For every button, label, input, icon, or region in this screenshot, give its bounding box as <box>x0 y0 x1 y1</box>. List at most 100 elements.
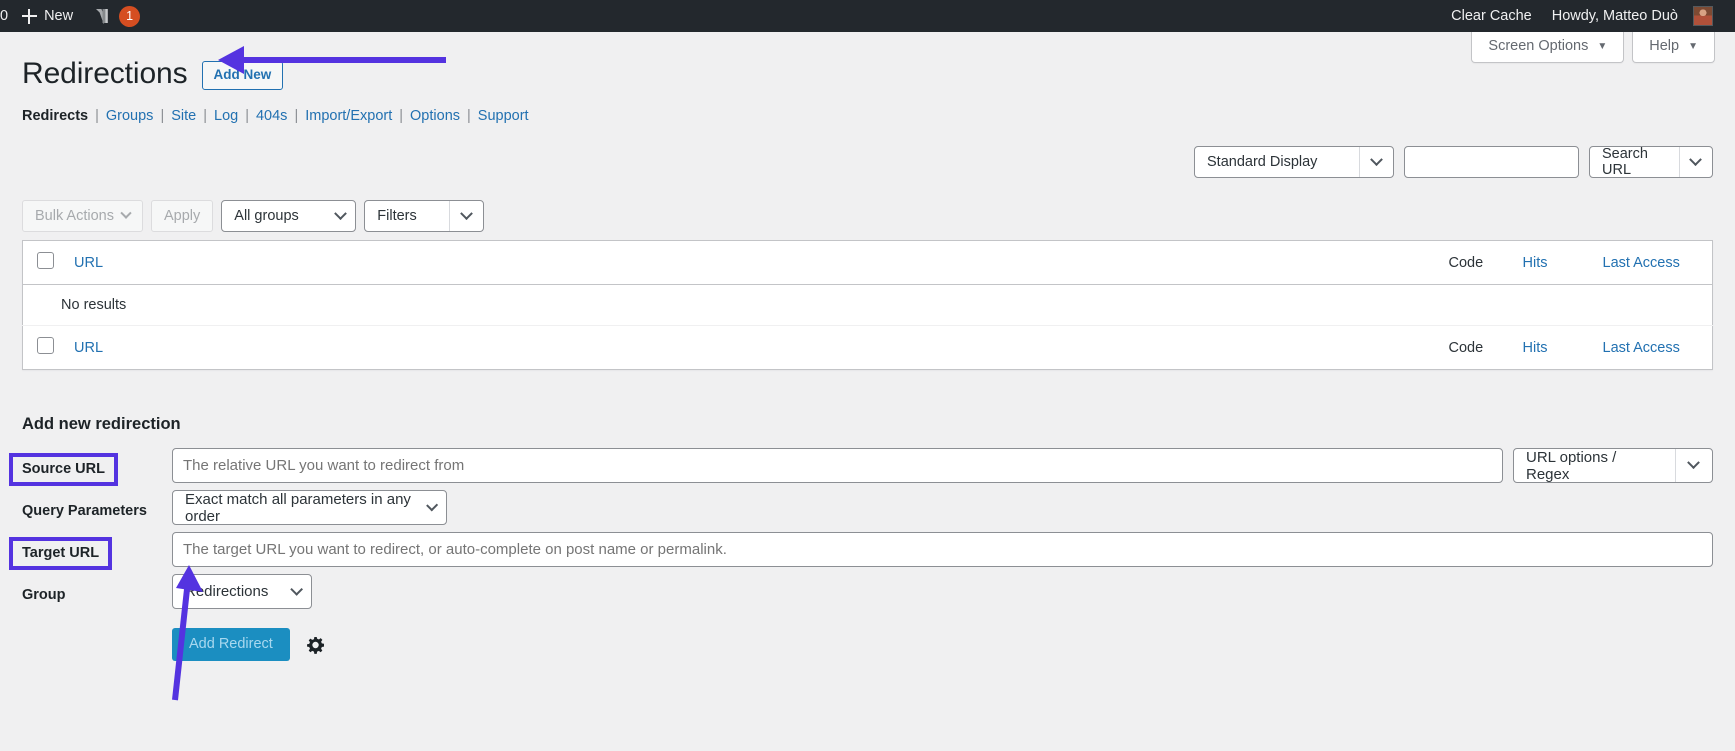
column-footer-last-access-link[interactable]: Last Access <box>1603 340 1680 356</box>
subnav-separator: | <box>160 108 164 124</box>
subnav-link-groups[interactable]: Groups <box>106 108 154 124</box>
howdy-account-menu[interactable]: Howdy, Matteo Duò <box>1542 0 1723 32</box>
subnav-link-support[interactable]: Support <box>478 108 529 124</box>
url-options-select[interactable]: URL options / Regex <box>1513 448 1713 483</box>
query-parameters-select[interactable]: Exact match all parameters in any order <box>172 490 447 525</box>
column-footer-hits-link[interactable]: Hits <box>1523 340 1548 356</box>
column-header-url-link[interactable]: URL <box>74 255 103 271</box>
group-field-cell: Redirections <box>172 574 1713 609</box>
subnav-item-log[interactable]: Log | <box>214 108 256 124</box>
add-redirect-button[interactable]: Add Redirect <box>172 628 290 661</box>
submit-label-spacer <box>22 616 172 625</box>
subnav-link-site[interactable]: Site <box>171 108 196 124</box>
clear-cache-button[interactable]: Clear Cache <box>1441 0 1542 32</box>
chevron-down-icon <box>290 583 303 596</box>
column-header-last-access-link[interactable]: Last Access <box>1603 255 1680 271</box>
avatar <box>1693 6 1713 26</box>
table-row: No results <box>23 285 1713 326</box>
gear-icon[interactable] <box>306 635 326 655</box>
submit-field-cell: Add Redirect <box>172 616 1713 661</box>
subnav-item-options[interactable]: Options | <box>410 108 478 124</box>
subnav-link-import-export[interactable]: Import/Export <box>305 108 392 124</box>
subnav-separator: | <box>467 108 471 124</box>
table-foot: URL Code Hits Last Access <box>23 326 1713 370</box>
select-all-checkbox-footer[interactable] <box>37 337 54 354</box>
apply-button[interactable]: Apply <box>151 200 213 232</box>
column-footer-last-access[interactable]: Last Access <box>1593 326 1713 370</box>
form-row-query-parameters: Query Parameters Exact match all paramet… <box>22 490 1713 525</box>
query-parameters-label: Query Parameters <box>13 499 156 524</box>
search-scope-value: Search URL <box>1602 146 1679 178</box>
filters-label: Filters <box>377 208 416 224</box>
screen-options-label: Screen Options <box>1488 38 1588 55</box>
groups-filter-value: All groups <box>234 208 298 224</box>
form-heading: Add new redirection <box>22 415 1713 434</box>
add-new-button[interactable]: Add New <box>202 61 284 90</box>
no-results-message: No results <box>23 285 1713 326</box>
subnav-separator: | <box>95 108 99 124</box>
source-url-field-cell: URL options / Regex <box>172 448 1713 483</box>
groups-filter-select[interactable]: All groups <box>221 200 356 232</box>
target-url-input[interactable] <box>172 532 1713 567</box>
admin-bar-right: Clear Cache Howdy, Matteo Duò <box>1441 0 1735 32</box>
column-footer-code: Code <box>1439 326 1513 370</box>
subnav: Redirects | Groups | Site | Log | 404s |… <box>22 108 1713 124</box>
screen-options-tab[interactable]: Screen Options ▼ <box>1471 32 1624 63</box>
form-row-group: Group Redirections <box>22 574 1713 609</box>
submit-row: Add Redirect <box>172 628 326 661</box>
target-url-label-cell: Target URL <box>22 532 172 566</box>
apply-label: Apply <box>164 208 200 224</box>
subnav-item-site[interactable]: Site | <box>171 108 214 124</box>
table-header-row: URL Code Hits Last Access <box>23 241 1713 285</box>
admin-bar: 0 New 1 Clear Cache Howdy, Matteo Duò <box>0 0 1735 32</box>
admin-bar-new-item[interactable]: New <box>12 0 83 32</box>
filters-select[interactable]: Filters <box>364 200 483 232</box>
column-footer-hits[interactable]: Hits <box>1513 326 1593 370</box>
admin-bar-truncated-item[interactable]: 0 <box>0 0 12 32</box>
column-header-last-access[interactable]: Last Access <box>1593 241 1713 285</box>
source-url-label: Source URL <box>13 457 114 482</box>
chevron-down-icon <box>120 208 131 219</box>
column-footer-url-link[interactable]: URL <box>74 340 103 356</box>
table-body: No results <box>23 285 1713 326</box>
column-header-hits[interactable]: Hits <box>1513 241 1593 285</box>
column-header-code: Code <box>1439 241 1513 285</box>
select-all-checkbox[interactable] <box>37 252 54 269</box>
subnav-item-404s[interactable]: 404s | <box>256 108 305 124</box>
select-all-header[interactable] <box>23 241 65 285</box>
subnav-link-redirects[interactable]: Redirects <box>22 108 88 124</box>
subnav-link-404s[interactable]: 404s <box>256 108 287 124</box>
subnav-item-import-export[interactable]: Import/Export | <box>305 108 410 124</box>
screen-meta-links: Screen Options ▼ Help ▼ <box>1471 32 1715 63</box>
subnav-link-log[interactable]: Log <box>214 108 238 124</box>
admin-bar-yoast-item[interactable]: 1 <box>83 0 150 32</box>
form-row-target-url: Target URL <box>22 532 1713 567</box>
column-header-url[interactable]: URL <box>64 241 1439 285</box>
subnav-item-groups[interactable]: Groups | <box>106 108 171 124</box>
subnav-separator: | <box>203 108 207 124</box>
subnav-item-support[interactable]: Support <box>478 108 529 124</box>
table-footer-row: URL Code Hits Last Access <box>23 326 1713 370</box>
notification-count-badge: 1 <box>119 6 140 27</box>
bulk-actions-select[interactable]: Bulk Actions <box>22 200 143 232</box>
subnav-separator: | <box>294 108 298 124</box>
source-url-input[interactable] <box>172 448 1503 483</box>
subnav-item-redirects[interactable]: Redirects | <box>22 108 106 124</box>
column-header-hits-link[interactable]: Hits <box>1523 255 1548 271</box>
page-header: Redirections Add New <box>22 54 1713 93</box>
plus-icon <box>22 9 37 24</box>
search-scope-select[interactable]: Search URL <box>1589 146 1713 178</box>
help-tab[interactable]: Help ▼ <box>1632 32 1715 63</box>
query-parameters-value: Exact match all parameters in any order <box>185 491 412 525</box>
chevron-down-icon <box>334 207 347 220</box>
group-select[interactable]: Redirections <box>172 574 312 609</box>
subnav-separator: | <box>245 108 249 124</box>
display-mode-select[interactable]: Standard Display <box>1194 146 1394 178</box>
page-title: Redirections <box>22 54 188 93</box>
subnav-link-options[interactable]: Options <box>410 108 460 124</box>
search-input[interactable] <box>1404 146 1579 178</box>
help-label: Help <box>1649 38 1679 55</box>
query-parameters-field-cell: Exact match all parameters in any order <box>172 490 1713 525</box>
column-footer-url[interactable]: URL <box>64 326 1439 370</box>
select-all-footer-header[interactable] <box>23 326 65 370</box>
